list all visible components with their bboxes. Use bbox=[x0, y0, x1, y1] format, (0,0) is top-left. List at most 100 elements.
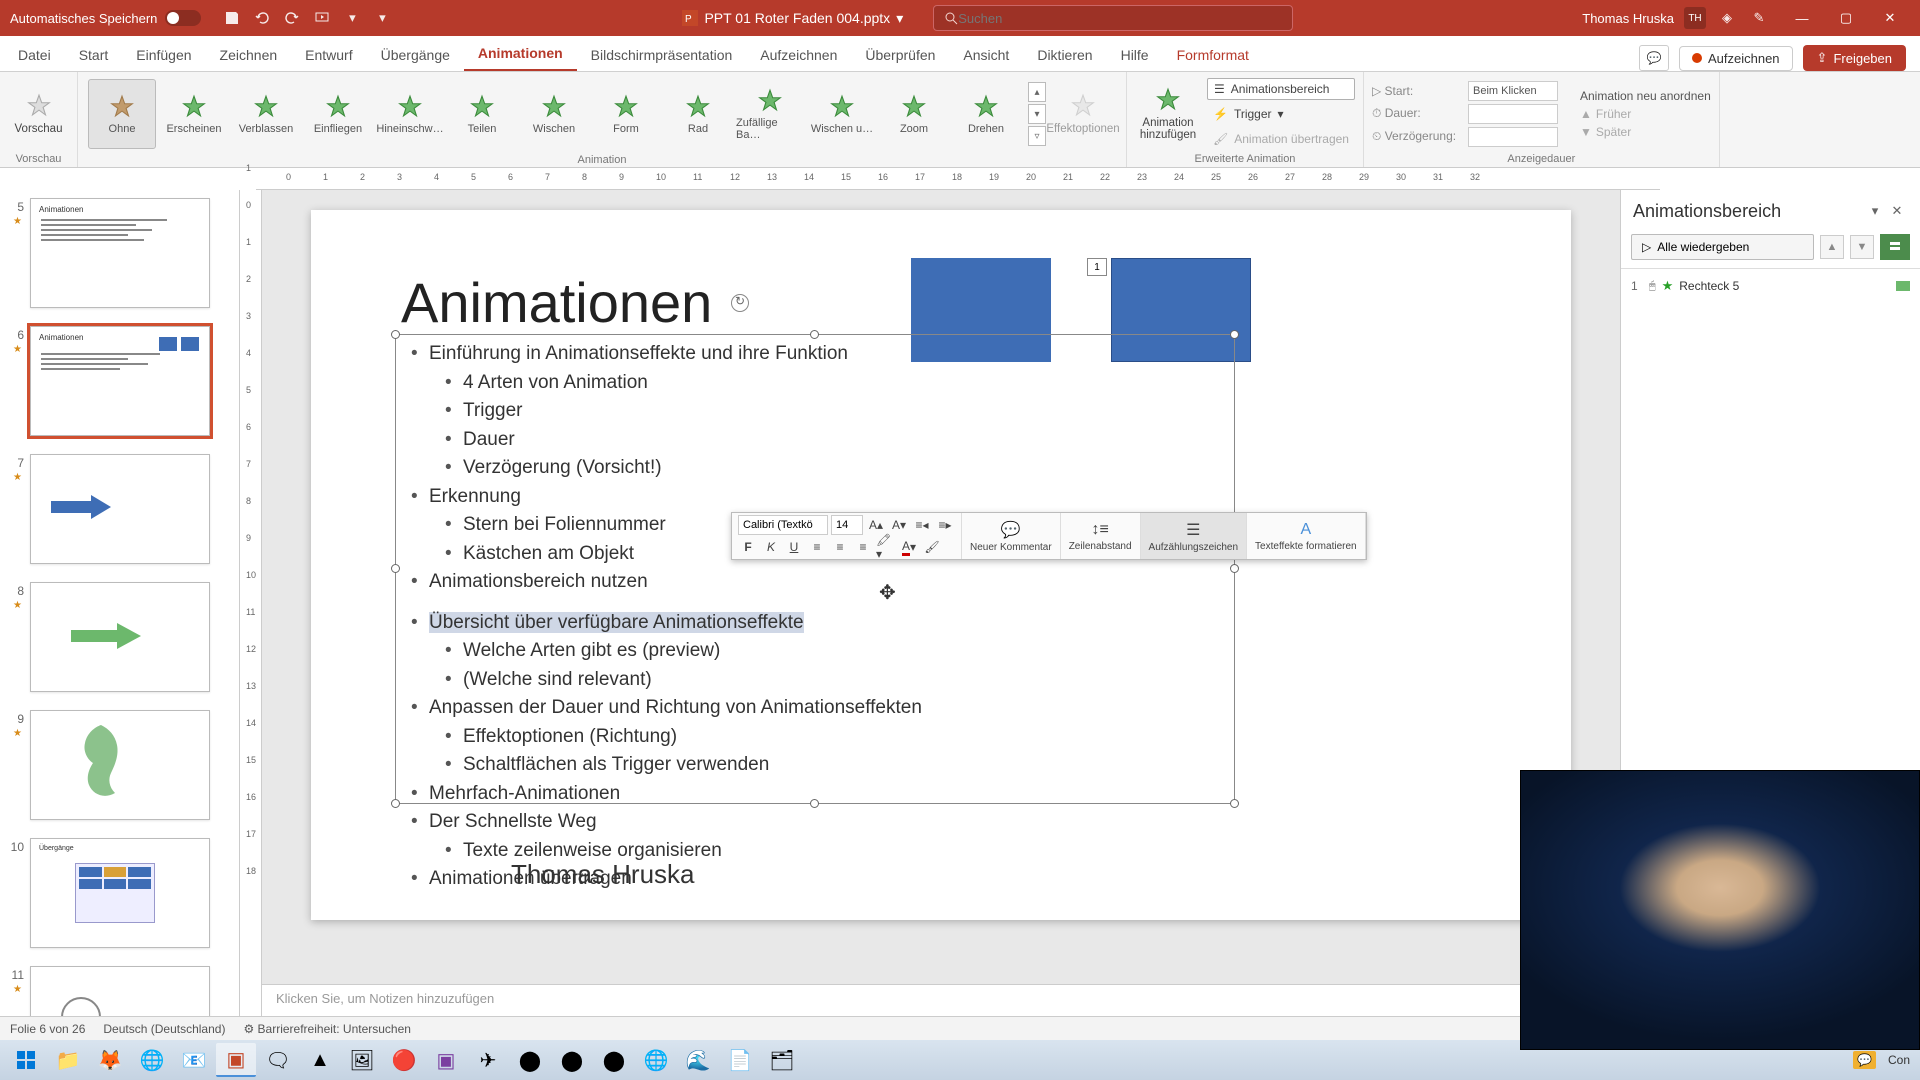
language-indicator[interactable]: Deutsch (Deutschland) bbox=[103, 1022, 225, 1036]
slide-body-text[interactable]: Einführung in Animationseffekte und ihre… bbox=[401, 340, 1221, 894]
horizontal-ruler[interactable]: 2101234567891011121314151617181920212223… bbox=[256, 168, 1660, 190]
tab-design[interactable]: Entwurf bbox=[291, 39, 366, 71]
bullet-l1[interactable]: Übersicht über verfügbare Animationseffe… bbox=[401, 609, 1221, 638]
tab-file[interactable]: Datei bbox=[4, 39, 65, 71]
thumb-slide-11[interactable]: ♡ bbox=[30, 966, 210, 1016]
close-button[interactable]: ✕ bbox=[1868, 0, 1912, 36]
task-app-icon[interactable]: 🖼 bbox=[342, 1043, 382, 1077]
slide-thumbnails[interactable]: 5★Animationen 6★Animationen 7★ 8★ 9★ 10Ü… bbox=[0, 190, 240, 1016]
increase-font-icon[interactable]: A▴ bbox=[866, 515, 886, 535]
task-explorer-icon[interactable]: 📁 bbox=[48, 1043, 88, 1077]
vertical-ruler[interactable]: 10123456789101112131415161718 bbox=[240, 190, 262, 1016]
increase-indent-icon[interactable]: ≡▸ bbox=[935, 515, 955, 535]
search-box[interactable] bbox=[933, 5, 1293, 31]
bullet-l2[interactable]: Verzögerung (Vorsicht!) bbox=[401, 454, 1221, 483]
bullet-l1[interactable]: Erkennung bbox=[401, 483, 1221, 512]
anim-floatin[interactable]: Hineinschw… bbox=[376, 79, 444, 149]
anim-split[interactable]: Teilen bbox=[448, 79, 516, 149]
new-comment-button[interactable]: 💬Neuer Kommentar bbox=[962, 513, 1061, 559]
task-edge-icon[interactable]: 🌊 bbox=[678, 1043, 718, 1077]
bullet-l2[interactable]: (Welche sind relevant) bbox=[401, 666, 1221, 695]
anim-fade[interactable]: Verblassen bbox=[232, 79, 300, 149]
bullet-l2[interactable]: Schaltflächen als Trigger verwenden bbox=[401, 751, 1221, 780]
slide-title[interactable]: Animationen bbox=[401, 270, 712, 335]
bullets-button[interactable]: ☰Aufzählungszeichen bbox=[1141, 513, 1248, 559]
thumb-slide-7[interactable] bbox=[30, 454, 210, 564]
task-label[interactable]: Con bbox=[1888, 1053, 1910, 1067]
anim-shape[interactable]: Form bbox=[592, 79, 660, 149]
bullet-l1[interactable]: Anpassen der Dauer und Richtung von Anim… bbox=[401, 694, 1221, 723]
timing-bar[interactable] bbox=[1896, 281, 1910, 291]
anim-randombars[interactable]: Zufällige Ba… bbox=[736, 79, 804, 149]
anim-flyin[interactable]: Einfliegen bbox=[304, 79, 372, 149]
task-onenote-icon[interactable]: ▣ bbox=[426, 1043, 466, 1077]
align-right-icon[interactable]: ≡ bbox=[853, 537, 873, 557]
task-app-icon[interactable]: 🔴 bbox=[384, 1043, 424, 1077]
trigger-button[interactable]: ⚡ Trigger ▾ bbox=[1207, 103, 1355, 125]
highlight-icon[interactable]: 🖍▾ bbox=[876, 537, 896, 557]
line-spacing-button[interactable]: ↕≡Zeilenabstand bbox=[1061, 513, 1141, 559]
animation-tag[interactable]: 1 bbox=[1087, 258, 1107, 276]
text-effects-button[interactable]: ATexteffekte formatieren bbox=[1247, 513, 1366, 559]
task-app-icon[interactable]: ⬤ bbox=[594, 1043, 634, 1077]
task-comment-indicator[interactable]: 💬 bbox=[1853, 1051, 1876, 1069]
chevron-down-icon[interactable]: ▾ bbox=[896, 10, 903, 27]
file-name[interactable]: P PPT 01 Roter Faden 004.pptx ▾ bbox=[682, 10, 903, 27]
bullet-l1[interactable]: Mehrfach-Animationen bbox=[401, 780, 1221, 809]
anim-growturn[interactable]: Wischen u… bbox=[808, 79, 876, 149]
close-pane-icon[interactable]: ✕ bbox=[1886, 200, 1908, 222]
task-outlook-icon[interactable]: 📧 bbox=[174, 1043, 214, 1077]
notes-input[interactable]: Klicken Sie, um Notizen hinzuzufügen bbox=[262, 984, 1620, 1016]
user-avatar[interactable]: TH bbox=[1684, 7, 1706, 29]
restore-button[interactable]: ▢ bbox=[1824, 0, 1868, 36]
bullet-l1[interactable]: Der Schnellste Weg bbox=[401, 808, 1221, 837]
tab-review[interactable]: Überprüfen bbox=[851, 39, 949, 71]
slide-canvas[interactable]: Animationen 1 E bbox=[311, 210, 1571, 920]
task-telegram-icon[interactable]: ✈ bbox=[468, 1043, 508, 1077]
task-app-icon[interactable]: 🌐 bbox=[636, 1043, 676, 1077]
gallery-scroll[interactable]: ▴▾▿ bbox=[1028, 82, 1046, 146]
task-powerpoint-icon[interactable]: ▣ bbox=[216, 1043, 256, 1077]
anim-wipe[interactable]: Wischen bbox=[520, 79, 588, 149]
font-name-dropdown[interactable]: Calibri (Textkö bbox=[738, 515, 828, 535]
view-toggle-button[interactable] bbox=[1880, 234, 1910, 260]
tab-record[interactable]: Aufzeichnen bbox=[746, 39, 851, 71]
task-vlc-icon[interactable]: ▲ bbox=[300, 1043, 340, 1077]
task-app-icon[interactable]: 🗨 bbox=[258, 1043, 298, 1077]
bullet-l2[interactable]: Welche Arten gibt es (preview) bbox=[401, 637, 1221, 666]
user-name[interactable]: Thomas Hruska bbox=[1582, 11, 1674, 26]
task-chrome-icon[interactable]: 🌐 bbox=[132, 1043, 172, 1077]
task-app-icon[interactable]: ⬤ bbox=[510, 1043, 550, 1077]
start-show-icon[interactable] bbox=[311, 7, 333, 29]
tab-insert[interactable]: Einfügen bbox=[122, 39, 205, 71]
qat-customize-icon[interactable]: ▾ bbox=[371, 7, 393, 29]
anim-appear[interactable]: Erscheinen bbox=[160, 79, 228, 149]
italic-icon[interactable]: K bbox=[761, 537, 781, 557]
tab-draw[interactable]: Zeichnen bbox=[206, 39, 292, 71]
coming-soon-icon[interactable]: ◈ bbox=[1716, 7, 1738, 29]
accessibility-check[interactable]: ⚙ Barrierefreiheit: Untersuchen bbox=[243, 1022, 411, 1036]
bullet-l2[interactable]: Dauer bbox=[401, 426, 1221, 455]
decrease-indent-icon[interactable]: ≡◂ bbox=[912, 515, 932, 535]
task-obs-icon[interactable]: ⬤ bbox=[552, 1043, 592, 1077]
tab-shapeformat[interactable]: Formformat bbox=[1163, 39, 1263, 71]
thumb-slide-10[interactable]: Übergänge bbox=[30, 838, 210, 948]
record-button[interactable]: Aufzeichnen bbox=[1679, 46, 1793, 71]
start-button[interactable] bbox=[6, 1043, 46, 1077]
save-icon[interactable] bbox=[221, 7, 243, 29]
play-all-button[interactable]: ▷ Alle wiedergeben bbox=[1631, 234, 1814, 260]
animation-pane-button[interactable]: ☰ Animationsbereich bbox=[1207, 78, 1355, 100]
share-button[interactable]: ⇪Freigeben bbox=[1803, 45, 1906, 71]
add-animation-button[interactable]: Animation hinzufügen bbox=[1135, 78, 1201, 150]
chevron-down-icon[interactable]: ▾ bbox=[1864, 200, 1886, 222]
tab-transitions[interactable]: Übergänge bbox=[367, 39, 464, 71]
anim-wheel[interactable]: Rad bbox=[664, 79, 732, 149]
start-dropdown[interactable]: Beim Klicken bbox=[1468, 81, 1558, 101]
align-center-icon[interactable]: ≡ bbox=[830, 537, 850, 557]
font-size-dropdown[interactable]: 14 bbox=[831, 515, 863, 535]
bullet-l2[interactable]: 4 Arten von Animation bbox=[401, 369, 1221, 398]
mini-toolbar[interactable]: Calibri (Textkö 14 A▴ A▾ ≡◂ ≡▸ F K U ≡ bbox=[731, 512, 1367, 560]
slide-count[interactable]: Folie 6 von 26 bbox=[10, 1022, 85, 1036]
align-left-icon[interactable]: ≡ bbox=[807, 537, 827, 557]
anim-list-item[interactable]: 1 🖱 ★ Rechteck 5 bbox=[1631, 275, 1910, 297]
